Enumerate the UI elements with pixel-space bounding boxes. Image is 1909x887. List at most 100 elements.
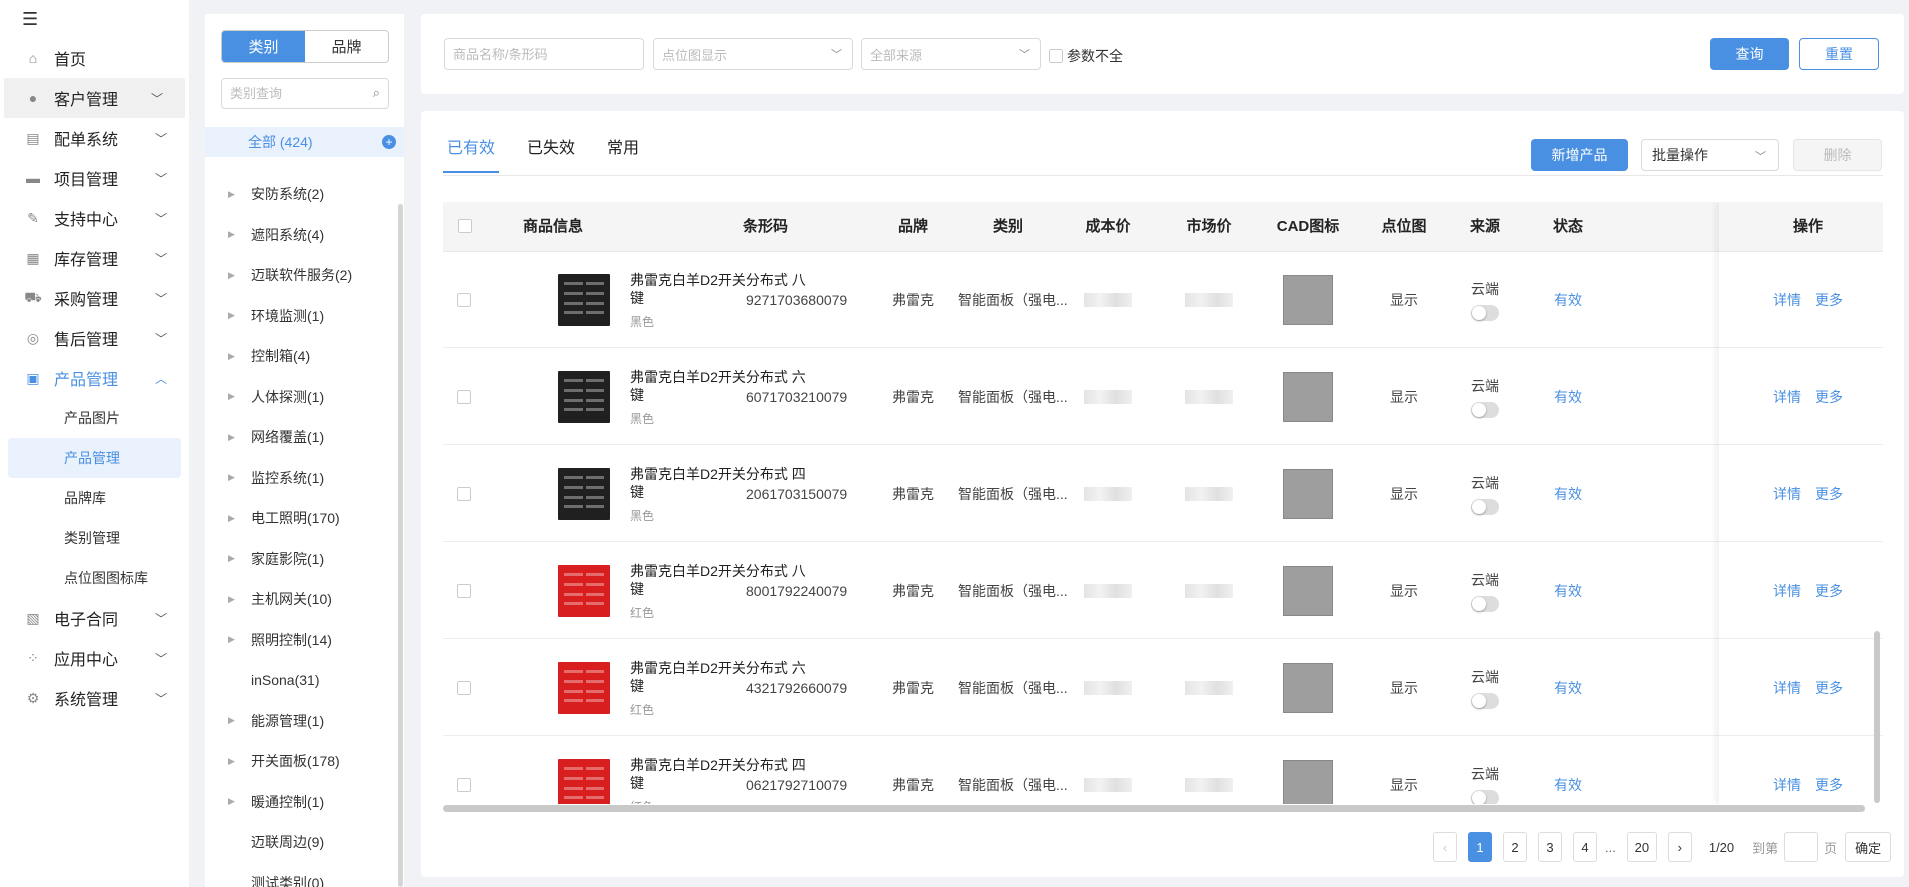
detail-link[interactable]: 详情 — [1773, 290, 1801, 310]
category-item[interactable]: ▶ 人体探测(1) — [205, 377, 395, 418]
tab-common[interactable]: 常用 — [603, 133, 643, 173]
sidebar-item-order-config[interactable]: ▤ 配单系统 ﹀ — [0, 118, 189, 158]
sidebar-item-products[interactable]: ▣ 产品管理 ︿ — [0, 358, 189, 398]
source-toggle[interactable] — [1471, 790, 1499, 804]
category-scrollbar[interactable] — [398, 204, 403, 887]
source-toggle[interactable] — [1471, 693, 1499, 709]
more-link[interactable]: 更多 — [1815, 775, 1843, 795]
detail-link[interactable]: 详情 — [1773, 678, 1801, 698]
category-all[interactable]: 全部 (424) + — [205, 127, 404, 157]
status-link[interactable]: 有效 — [1554, 775, 1582, 795]
more-link[interactable]: 更多 — [1815, 484, 1843, 504]
detail-link[interactable]: 详情 — [1773, 775, 1801, 795]
display-select[interactable]: 点位图显示 ﹀ — [653, 38, 853, 70]
page-button[interactable]: 4 — [1573, 832, 1597, 862]
caret-right-icon[interactable]: ▶ — [228, 351, 242, 362]
source-toggle[interactable] — [1471, 305, 1499, 321]
goto-page-input[interactable] — [1784, 832, 1819, 862]
next-page-button[interactable]: › — [1667, 832, 1692, 862]
source-toggle[interactable] — [1471, 402, 1499, 418]
source-toggle[interactable] — [1471, 499, 1499, 515]
sidebar-item-apps[interactable]: ⁘ 应用中心 ﹀ — [0, 638, 189, 678]
cad-icon-preview[interactable] — [1283, 737, 1333, 804]
category-item[interactable]: ▶ 安防系统(2) — [205, 174, 395, 215]
status-link[interactable]: 有效 — [1554, 290, 1582, 310]
delete-button[interactable]: 删除 — [1793, 139, 1882, 171]
cad-icon-preview[interactable] — [1283, 446, 1333, 542]
sidebar-sub-point-icon-library[interactable]: 点位图图标库 — [0, 558, 189, 598]
select-all-checkbox[interactable] — [457, 219, 473, 235]
tab-active[interactable]: 已有效 — [443, 133, 500, 173]
caret-right-icon[interactable]: ▶ — [228, 513, 242, 524]
reset-button[interactable]: 重置 — [1799, 38, 1879, 70]
category-item[interactable]: ▶ 主机网关(10) — [205, 579, 395, 620]
row-checkbox[interactable] — [457, 252, 471, 348]
sidebar-item-support[interactable]: ✎ 支持中心 ﹀ — [0, 198, 189, 238]
page-button[interactable]: 3 — [1538, 832, 1562, 862]
caret-right-icon[interactable]: ▶ — [228, 310, 242, 321]
category-item[interactable]: ▶ 暖通控制(1) — [205, 782, 395, 823]
sidebar-item-projects[interactable]: ▬ 项目管理 ﹀ — [0, 158, 189, 198]
caret-right-icon[interactable]: ▶ — [228, 756, 242, 767]
category-item[interactable]: 迈联周边(9) — [205, 822, 395, 863]
sidebar-sub-brand-library[interactable]: 品牌库 — [0, 478, 189, 518]
page-button[interactable]: 2 — [1503, 832, 1527, 862]
sidebar-item-system[interactable]: ⚙ 系统管理 ﹀ — [0, 678, 189, 718]
row-checkbox[interactable] — [457, 640, 471, 736]
tab-category[interactable]: 类别 — [222, 31, 305, 62]
category-item[interactable]: ▶ 监控系统(1) — [205, 458, 395, 499]
cad-icon-preview[interactable] — [1283, 252, 1333, 348]
table-horizontal-scrollbar[interactable] — [443, 805, 1865, 812]
caret-right-icon[interactable]: ▶ — [228, 189, 242, 200]
table-vertical-scrollbar[interactable] — [1874, 631, 1880, 803]
category-item[interactable]: ▶ 电工照明(170) — [205, 498, 395, 539]
row-checkbox[interactable] — [457, 737, 471, 804]
menu-collapse-icon[interactable]: ☰ — [22, 10, 44, 28]
sidebar-item-purchasing[interactable]: ⛟ 采购管理 ﹀ — [0, 278, 189, 318]
category-search-input[interactable] — [230, 86, 360, 101]
category-item[interactable]: ▶ 能源管理(1) — [205, 701, 395, 742]
sidebar-item-customers[interactable]: ● 客户管理 ﹀ — [4, 78, 185, 118]
category-item[interactable]: ▶ 迈联软件服务(2) — [205, 255, 395, 296]
incomplete-params-checkbox[interactable] — [1049, 49, 1063, 63]
more-link[interactable]: 更多 — [1815, 387, 1843, 407]
tab-inactive[interactable]: 已失效 — [523, 133, 579, 173]
category-item[interactable]: 测试类别(0) — [205, 863, 395, 887]
search-icon[interactable]: ⌕ — [373, 85, 380, 101]
more-link[interactable]: 更多 — [1815, 678, 1843, 698]
caret-right-icon[interactable]: ▶ — [228, 553, 242, 564]
status-link[interactable]: 有效 — [1554, 484, 1582, 504]
status-link[interactable]: 有效 — [1554, 581, 1582, 601]
sidebar-sub-product-management[interactable]: 产品管理 — [8, 438, 181, 478]
caret-right-icon[interactable]: ▶ — [228, 796, 242, 807]
page-button[interactable]: 1 — [1468, 832, 1492, 862]
caret-right-icon[interactable]: ▶ — [228, 432, 242, 443]
goto-confirm-button[interactable]: 确定 — [1845, 832, 1892, 862]
sidebar-item-inventory[interactable]: ▦ 库存管理 ﹀ — [0, 238, 189, 278]
caret-right-icon[interactable]: ▶ — [228, 594, 242, 605]
caret-right-icon[interactable]: ▶ — [228, 391, 242, 402]
bulk-actions-select[interactable]: 批量操作 ﹀ — [1641, 139, 1779, 171]
row-checkbox[interactable] — [457, 543, 471, 639]
tab-brand[interactable]: 品牌 — [305, 31, 388, 62]
caret-right-icon[interactable]: ▶ — [228, 634, 242, 645]
sidebar-item-home[interactable]: ⌂ 首页 — [0, 38, 189, 78]
detail-link[interactable]: 详情 — [1773, 484, 1801, 504]
caret-right-icon[interactable]: ▶ — [228, 229, 242, 240]
source-select[interactable]: 全部来源 ﹀ — [861, 38, 1041, 70]
row-checkbox[interactable] — [457, 349, 471, 445]
cad-icon-preview[interactable] — [1283, 349, 1333, 445]
sidebar-sub-product-images[interactable]: 产品图片 — [0, 398, 189, 438]
sidebar-sub-category-management[interactable]: 类别管理 — [0, 518, 189, 558]
more-link[interactable]: 更多 — [1815, 581, 1843, 601]
prev-page-button[interactable]: ‹ — [1433, 832, 1457, 862]
incomplete-params-filter[interactable]: 参数不全 — [1049, 46, 1123, 66]
status-link[interactable]: 有效 — [1554, 678, 1582, 698]
page-button[interactable]: 20 — [1626, 832, 1657, 862]
category-item[interactable]: ▶ 遮阳系统(4) — [205, 215, 395, 256]
detail-link[interactable]: 详情 — [1773, 387, 1801, 407]
product-search-input[interactable] — [453, 46, 633, 62]
category-item[interactable]: ▶ 照明控制(14) — [205, 620, 395, 661]
category-item[interactable]: ▶ 控制箱(4) — [205, 336, 395, 377]
query-button[interactable]: 查询 — [1710, 38, 1789, 70]
